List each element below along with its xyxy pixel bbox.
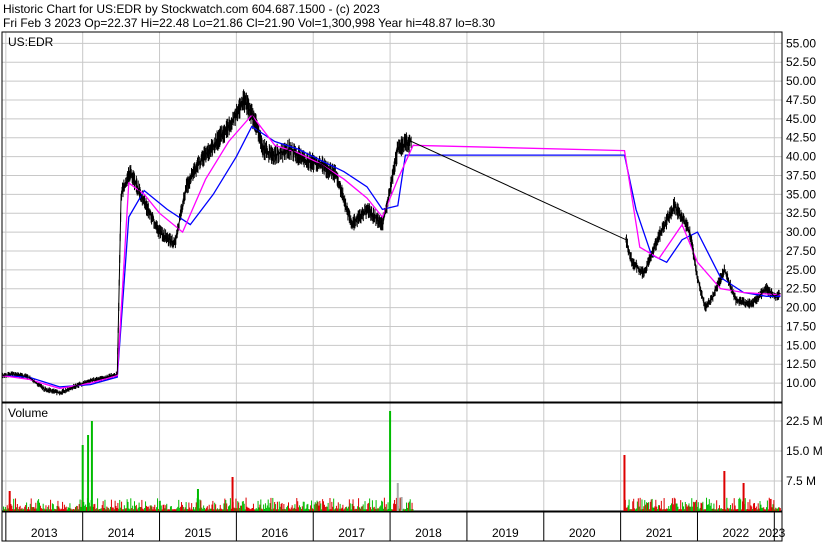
year-tick-label: 2016 [261,526,288,540]
year-tick-label: 2017 [338,526,365,540]
volume-panel-grid [2,403,782,511]
price-y-tick-label: 20.00 [786,301,816,315]
year-tick-label: 2014 [108,526,135,540]
price-y-tick-label: 50.00 [786,74,816,88]
year-tick-label: 2020 [569,526,596,540]
price-y-tick-label: 37.50 [786,168,816,182]
volume-axis-ticks: 7.5 M 15.0 M 22.5 M [786,414,823,488]
year-tick-label: 2019 [492,526,519,540]
year-tick-label: 2023 [759,526,786,540]
price-series [1,89,781,396]
price-y-tick-label: 27.50 [786,244,816,258]
price-y-tick-label: 45.00 [786,112,816,126]
price-y-tick-label: 55.00 [786,36,816,50]
year-tick-label: 2022 [723,526,750,540]
price-y-tick-label: 52.50 [786,55,816,69]
symbol-label: US:EDR [8,35,54,49]
year-tick-label: 2013 [31,526,58,540]
price-y-tick-label: 22.50 [786,282,816,296]
price-y-tick-label: 35.00 [786,187,816,201]
price-y-tick-label: 47.50 [786,93,816,107]
chart-header-line2: Fri Feb 3 2023 Op=22.37 Hi=22.48 Lo=21.8… [3,16,495,30]
historic-stock-chart: Historic Chart for US:EDR by Stockwatch.… [1,2,823,542]
year-tick-label: 2018 [415,526,442,540]
price-axis-ticks: 10.00 12.50 15.00 17.50 20.00 22.50 25.00 27.50… [786,36,816,390]
year-axis-ticks: 2013 2014 2015 2016 2017 2018 2019 2020 2021 2022… [5,512,786,541]
chart-header-line1: Historic Chart for US:EDR by Stockwatch.… [3,2,380,16]
price-y-tick-label: 42.50 [786,131,816,145]
price-y-tick-label: 40.00 [786,150,816,164]
price-y-tick-label: 30.00 [786,225,816,239]
price-y-tick-label: 32.50 [786,206,816,220]
year-tick-label: 2021 [646,526,673,540]
volume-bars [3,411,781,511]
price-y-tick-label: 10.00 [786,376,816,390]
price-y-tick-label: 17.50 [786,319,816,333]
volume-panel-frame [1,402,783,512]
year-tick-label: 2015 [185,526,212,540]
volume-y-tick-label: 15.0 M [786,444,823,458]
price-y-tick-label: 15.00 [786,338,816,352]
price-y-tick-label: 12.50 [786,357,816,371]
volume-label: Volume [8,406,48,420]
volume-y-tick-label: 22.5 M [786,414,823,428]
volume-y-tick-label: 7.5 M [786,474,816,488]
price-y-tick-label: 25.00 [786,263,816,277]
